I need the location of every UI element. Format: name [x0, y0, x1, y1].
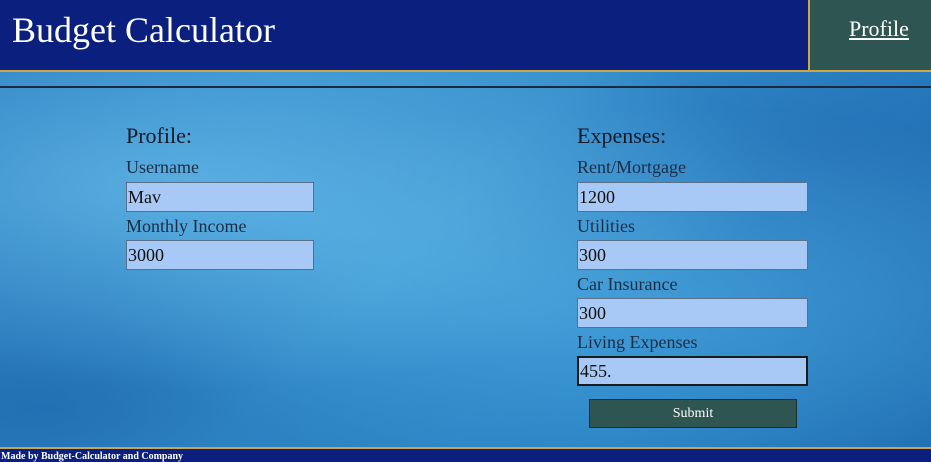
living-expenses-input[interactable] — [577, 356, 808, 386]
divider-line — [0, 86, 931, 88]
submit-button[interactable]: Submit — [589, 399, 797, 428]
rent-label: Rent/Mortgage — [577, 157, 686, 177]
username-input[interactable] — [126, 182, 314, 212]
header-bar: Budget Calculator — [0, 0, 931, 72]
expenses-heading: Expenses: — [577, 123, 667, 148]
username-label: Username — [126, 157, 199, 177]
monthly-income-label: Monthly Income — [126, 216, 247, 236]
utilities-input[interactable] — [577, 240, 808, 270]
car-insurance-input[interactable] — [577, 298, 808, 328]
profile-link[interactable]: Profile — [849, 16, 909, 42]
living-expenses-label: Living Expenses — [577, 332, 698, 352]
footer-bar: Made by Budget-Calculator and Company — [0, 447, 931, 462]
main-content: Profile: Username Monthly Income Expense… — [0, 72, 931, 447]
profile-nav-box: Profile — [808, 0, 931, 72]
car-insurance-label: Car Insurance — [577, 274, 678, 294]
utilities-label: Utilities — [577, 216, 635, 236]
profile-heading: Profile: — [126, 123, 192, 148]
rent-input[interactable] — [577, 182, 808, 212]
app-title: Budget Calculator — [12, 10, 275, 50]
footer-credit: Made by Budget-Calculator and Company — [1, 451, 184, 462]
monthly-income-input[interactable] — [126, 240, 314, 270]
